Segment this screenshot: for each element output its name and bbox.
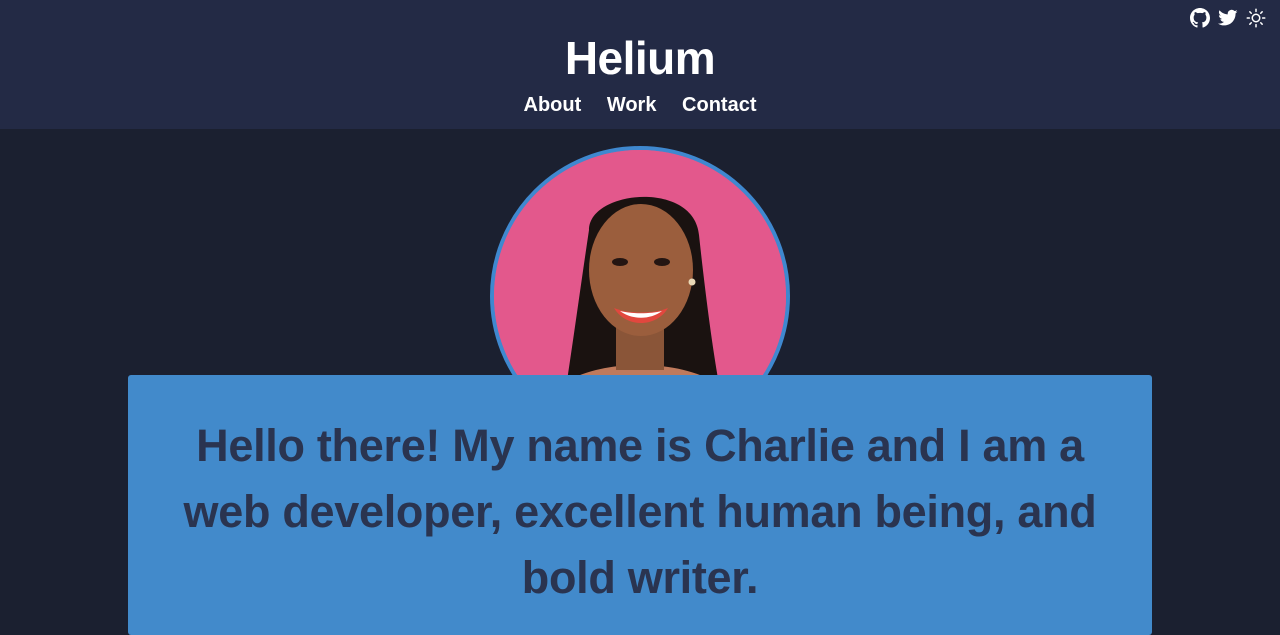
sun-icon[interactable]: [1246, 8, 1266, 28]
header-icons: [1190, 8, 1266, 28]
site-header: Helium About Work Contact: [0, 0, 1280, 129]
intro-card: Hello there! My name is Charlie and I am…: [128, 375, 1152, 635]
main-nav: About Work Contact: [0, 92, 1280, 118]
nav-work[interactable]: Work: [607, 94, 657, 116]
intro-heading: Hello there! My name is Charlie and I am…: [183, 420, 1097, 603]
nav-contact[interactable]: Contact: [682, 94, 756, 116]
github-icon[interactable]: [1190, 8, 1210, 28]
twitter-icon[interactable]: [1218, 8, 1238, 28]
site-title[interactable]: Helium: [0, 30, 1280, 86]
nav-about[interactable]: About: [524, 94, 582, 116]
